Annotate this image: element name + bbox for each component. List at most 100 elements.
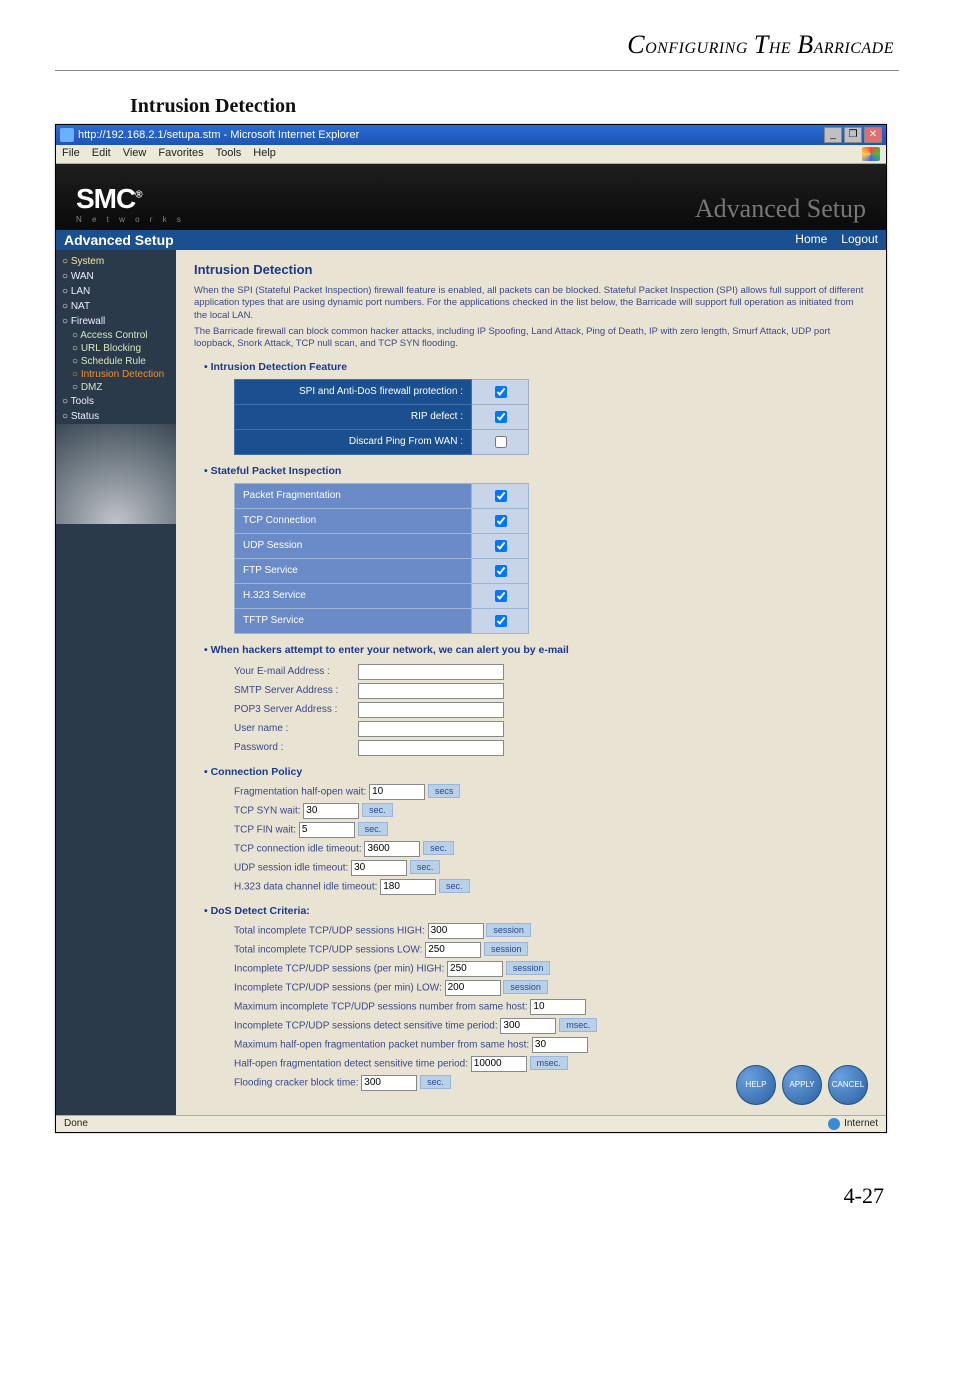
unit-label: session — [503, 980, 548, 994]
subheader-label: Advanced Setup — [64, 232, 174, 248]
sidebar-item-schedule-rule[interactable]: ○ Schedule Rule — [56, 355, 176, 368]
sidebar-item-status[interactable]: ○ Status — [56, 409, 176, 424]
minimize-button[interactable]: _ — [824, 127, 842, 143]
dos-label: Incomplete TCP/UDP sessions (per min) HI… — [234, 963, 447, 974]
email-fields: Your E-mail Address :SMTP Server Address… — [234, 664, 868, 756]
feat-label: Discard Ping From WAN : — [235, 429, 472, 454]
conn-label: TCP connection idle timeout: — [234, 843, 364, 854]
spi-checkbox[interactable] — [495, 515, 507, 527]
conn-input[interactable] — [299, 822, 355, 838]
email-field-label: Password : — [234, 742, 354, 753]
sidebar-item-url-blocking[interactable]: ○ URL Blocking — [56, 342, 176, 355]
apply-button[interactable]: APPLY — [782, 1065, 822, 1105]
spi-checkbox[interactable] — [495, 590, 507, 602]
browser-window: http://192.168.2.1/setupa.stm - Microsof… — [55, 124, 887, 1133]
spi-label: Packet Fragmentation — [235, 483, 472, 508]
sidebar-decoration — [56, 424, 176, 524]
unit-label: sec. — [362, 803, 393, 817]
spi-checkbox[interactable] — [495, 540, 507, 552]
feat-checkbox[interactable] — [495, 411, 507, 423]
dos-input[interactable] — [500, 1018, 556, 1034]
conn-input[interactable] — [380, 879, 436, 895]
throbber-icon — [862, 147, 880, 161]
spi-checkbox[interactable] — [495, 490, 507, 502]
feat-checkbox[interactable] — [495, 436, 507, 448]
sidebar-item-system[interactable]: ○ System — [56, 254, 176, 269]
dos-input[interactable] — [530, 999, 586, 1015]
window-title: http://192.168.2.1/setupa.stm - Microsof… — [78, 129, 359, 141]
sidebar-item-wan[interactable]: ○ WAN — [56, 269, 176, 284]
home-link[interactable]: Home — [795, 232, 827, 248]
intrusion-feature-table: SPI and Anti-DoS firewall protection :RI… — [234, 379, 529, 455]
bullet-connection-policy: • Connection Policy — [204, 766, 868, 778]
menu-help[interactable]: Help — [253, 147, 276, 161]
email-field-input[interactable] — [358, 740, 504, 756]
conn-label: TCP SYN wait: — [234, 805, 303, 816]
bullet-dos-criteria: • DoS Detect Criteria: — [204, 905, 868, 917]
email-field-input[interactable] — [358, 683, 504, 699]
sidebar-item-nat[interactable]: ○ NAT — [56, 299, 176, 314]
sidebar: ○ System○ WAN○ LAN○ NAT○ Firewall○ Acces… — [56, 250, 176, 1115]
menu-view[interactable]: View — [123, 147, 147, 161]
conn-label: TCP FIN wait: — [234, 824, 299, 835]
sidebar-item-dmz[interactable]: ○ DMZ — [56, 381, 176, 394]
dos-input[interactable] — [447, 961, 503, 977]
status-text: Done — [64, 1118, 88, 1130]
spi-checkbox[interactable] — [495, 565, 507, 577]
email-field-input[interactable] — [358, 721, 504, 737]
section-title: Intrusion Detection — [130, 95, 954, 118]
close-button[interactable]: ✕ — [864, 127, 882, 143]
unit-label: sec. — [358, 822, 389, 836]
unit-label: msec. — [559, 1018, 597, 1032]
conn-label: UDP session idle timeout: — [234, 862, 351, 873]
dos-input[interactable] — [471, 1056, 527, 1072]
logout-link[interactable]: Logout — [841, 232, 878, 248]
unit-label: secs — [428, 784, 461, 798]
spi-label: FTP Service — [235, 558, 472, 583]
help-button[interactable]: HELP — [736, 1065, 776, 1105]
sidebar-item-tools[interactable]: ○ Tools — [56, 394, 176, 409]
dos-label: Total incomplete TCP/UDP sessions LOW: — [234, 944, 425, 955]
unit-label: sec. — [410, 860, 441, 874]
menu-favorites[interactable]: Favorites — [158, 147, 203, 161]
app-header: SMC® N e t w o r k s Advanced Setup — [56, 164, 886, 230]
unit-label: sec. — [423, 841, 454, 855]
feat-label: RIP defect : — [235, 404, 472, 429]
menu-tools[interactable]: Tools — [216, 147, 242, 161]
dos-label: Incomplete TCP/UDP sessions detect sensi… — [234, 1020, 500, 1031]
maximize-button[interactable]: ❐ — [844, 127, 862, 143]
feat-checkbox[interactable] — [495, 386, 507, 398]
conn-label: Fragmentation half-open wait: — [234, 786, 369, 797]
content-heading: Intrusion Detection — [194, 262, 868, 277]
bullet-email-alert: • When hackers attempt to enter your net… — [204, 644, 868, 656]
conn-input[interactable] — [351, 860, 407, 876]
sidebar-item-firewall[interactable]: ○ Firewall — [56, 314, 176, 329]
sidebar-item-intrusion-detection[interactable]: ○ Intrusion Detection — [56, 368, 176, 381]
feat-label: SPI and Anti-DoS firewall protection : — [235, 379, 472, 404]
menu-edit[interactable]: Edit — [92, 147, 111, 161]
email-field-input[interactable] — [358, 702, 504, 718]
unit-label: sec. — [439, 879, 470, 893]
intro-paragraph-2: The Barricade firewall can block common … — [194, 326, 868, 351]
spi-table: Packet FragmentationTCP ConnectionUDP Se… — [234, 483, 529, 634]
conn-input[interactable] — [364, 841, 420, 857]
sidebar-item-lan[interactable]: ○ LAN — [56, 284, 176, 299]
menu-file[interactable]: File — [62, 147, 80, 161]
dos-input[interactable] — [428, 923, 484, 939]
window-controls: _ ❐ ✕ — [824, 127, 882, 143]
dos-input[interactable] — [445, 980, 501, 996]
brand-sub: N e t w o r k s — [76, 215, 185, 224]
dos-input[interactable] — [532, 1037, 588, 1053]
spi-checkbox[interactable] — [495, 615, 507, 627]
cancel-button[interactable]: CANCEL — [828, 1065, 868, 1105]
unit-label: session — [486, 923, 531, 937]
dos-input[interactable] — [361, 1075, 417, 1091]
app-subheader: Advanced Setup Home Logout — [56, 230, 886, 250]
sidebar-item-access-control[interactable]: ○ Access Control — [56, 329, 176, 342]
conn-input[interactable] — [369, 784, 425, 800]
dos-input[interactable] — [425, 942, 481, 958]
page-number: 4-27 — [0, 1133, 954, 1239]
conn-input[interactable] — [303, 803, 359, 819]
unit-label: msec. — [530, 1056, 568, 1070]
email-field-input[interactable] — [358, 664, 504, 680]
